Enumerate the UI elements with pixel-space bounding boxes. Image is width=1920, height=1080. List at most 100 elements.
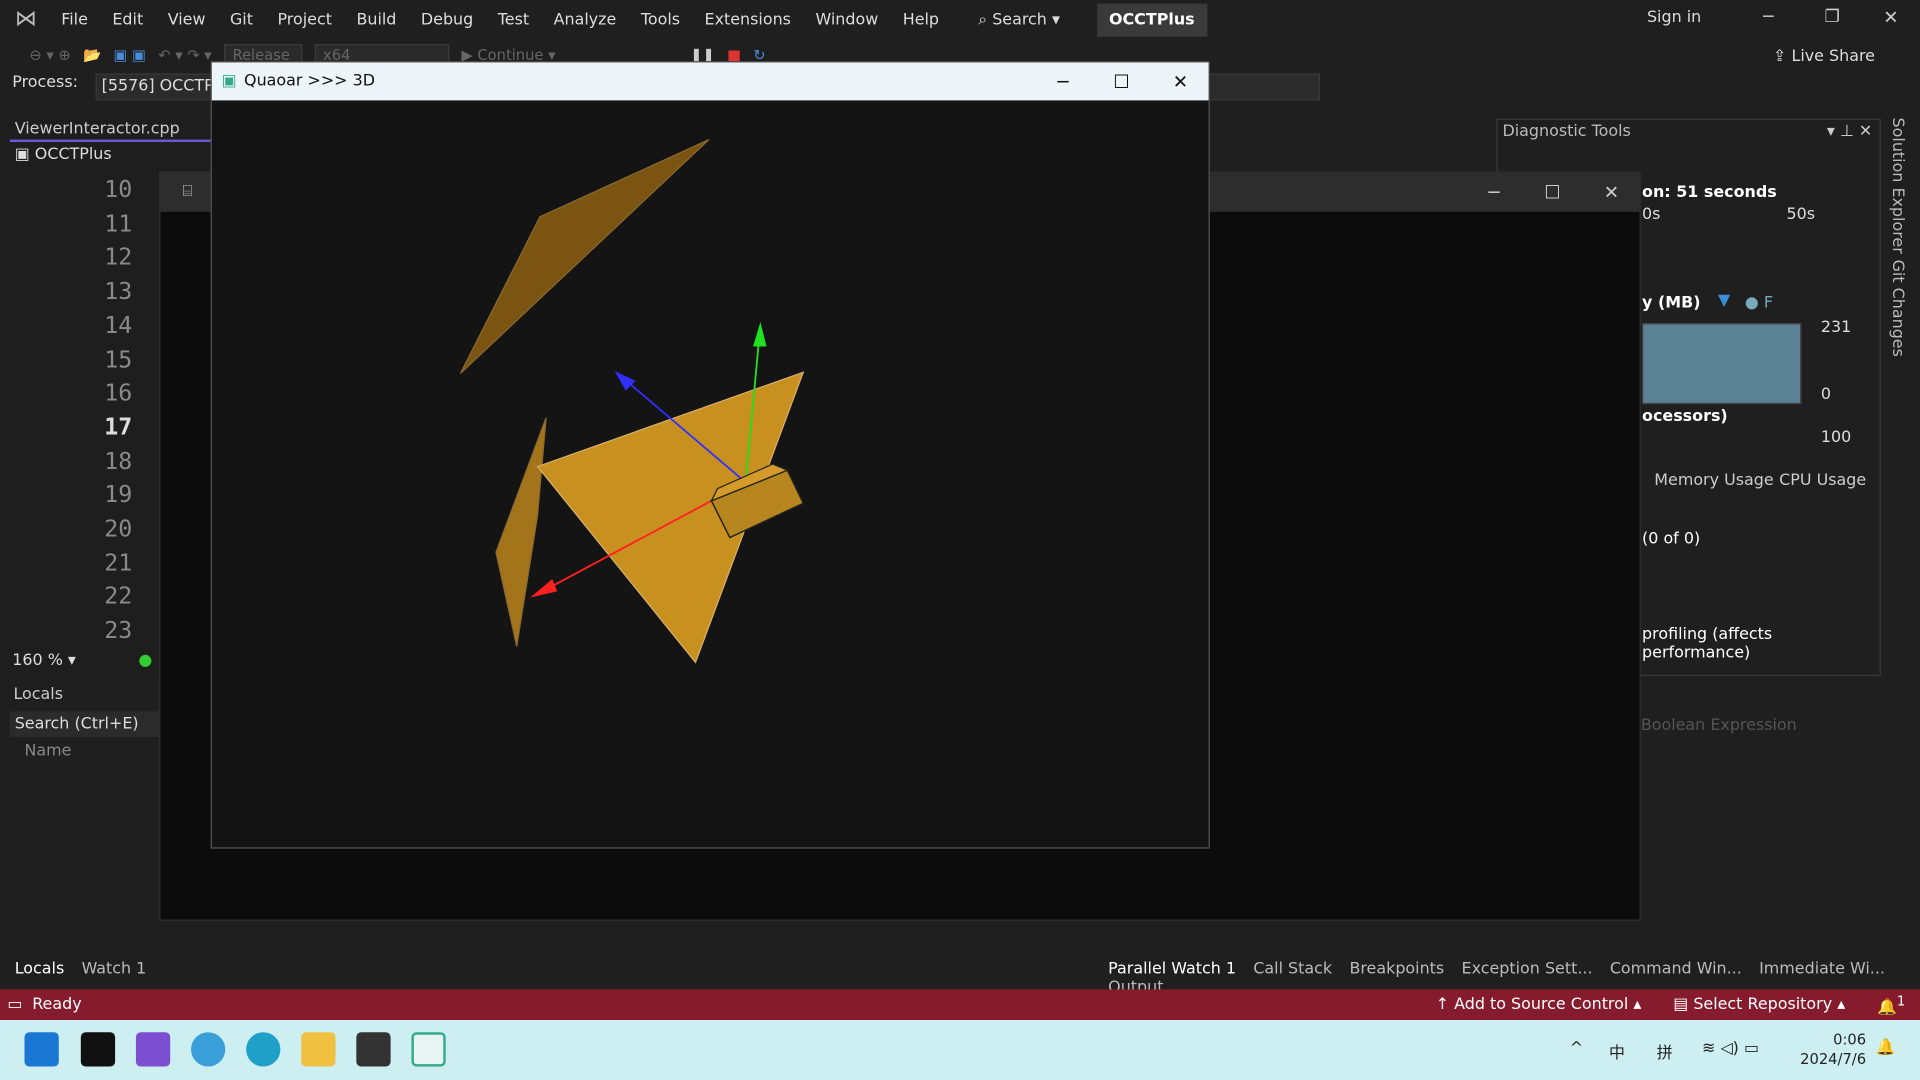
menu-analyze[interactable]: Analyze — [541, 10, 628, 28]
line-number: 12 — [104, 244, 133, 272]
3d-viewport[interactable] — [212, 100, 1211, 849]
line-number: 20 — [104, 515, 133, 543]
profiling-toggle[interactable]: profiling (affects performance) — [1642, 626, 1880, 663]
clock-date[interactable]: 2024/7/6 — [1798, 1051, 1866, 1068]
menu-extensions[interactable]: Extensions — [692, 10, 803, 28]
save-icon[interactable]: ▣ ▣ — [114, 47, 146, 64]
status-bar: ▭ Ready ↑ Add to Source Control ▴ ▤ Sele… — [0, 989, 1920, 1021]
line-number: 22 — [104, 583, 133, 611]
menu-project[interactable]: Project — [265, 10, 344, 28]
menu-bar: ⋈ File Edit View Git Project Build Debug… — [0, 0, 1920, 39]
plane-top — [459, 139, 710, 374]
plane-left — [495, 417, 547, 647]
start-icon[interactable] — [24, 1032, 59, 1067]
ime-pinyin[interactable]: 拼 — [1657, 1040, 1673, 1062]
back-icon[interactable]: ⊖ ▾ ⊕ — [29, 47, 70, 64]
watch-condition-input[interactable]: Boolean Expression — [1641, 716, 1797, 734]
file-explorer-icon[interactable] — [301, 1032, 336, 1067]
maximize-button[interactable]: ☐ — [1093, 62, 1149, 100]
tab-cpu-usage[interactable]: CPU Usage — [1779, 471, 1866, 489]
line-number: 15 — [104, 345, 133, 373]
taskbar — [0, 1020, 1920, 1080]
clock-time[interactable]: 0:06 — [1812, 1031, 1866, 1048]
close-button[interactable]: ✕ — [1883, 6, 1898, 28]
scope-select[interactable]: ▣ OCCTPlus — [10, 142, 230, 166]
session-duration: on: 51 seconds — [1642, 183, 1777, 203]
maximize-button[interactable]: ☐ — [1524, 173, 1580, 212]
app-icon: ⌸ — [182, 182, 193, 201]
restore-button[interactable]: ❐ — [1824, 7, 1839, 27]
memory-min: 0 — [1820, 385, 1831, 405]
select-repository-button[interactable]: ▤ Select Repository ▴ — [1673, 996, 1845, 1014]
add-to-source-control-button[interactable]: ↑ Add to Source Control ▴ — [1436, 996, 1642, 1014]
tab-watch-1[interactable]: Watch 1 — [82, 960, 147, 978]
editor-tab[interactable]: ViewerInteractor.cpp — [9, 120, 231, 143]
wifi-volume-battery-icons[interactable]: ≋ ◁) ▭ — [1702, 1040, 1759, 1058]
snapshot-icon: ▼ — [1717, 291, 1731, 310]
sign-in-link[interactable]: Sign in — [1647, 9, 1701, 27]
menu-window[interactable]: Window — [803, 10, 890, 28]
panel-controls[interactable]: ▾ ⊥ ✕ — [1827, 122, 1872, 140]
tab-breakpoints[interactable]: Breakpoints — [1349, 960, 1444, 978]
notifications-button[interactable]: 🔔1 — [1877, 993, 1905, 1017]
close-button[interactable]: ✕ — [1583, 173, 1639, 212]
bottom-tabs-left: Locals Watch 1 — [15, 960, 159, 978]
minimize-button[interactable]: ─ — [1763, 7, 1773, 27]
solution-explorer-tab[interactable]: Solution Explorer — [1888, 118, 1906, 254]
tab-call-stack[interactable]: Call Stack — [1253, 960, 1332, 978]
line-number: 14 — [104, 311, 133, 339]
timeline-end: 50s — [1786, 205, 1816, 225]
undo-icon[interactable]: ↶ ▾ ↷ ▾ — [158, 47, 211, 64]
line-number: 17 — [104, 413, 133, 441]
menu-tools[interactable]: Tools — [629, 10, 693, 28]
search-button[interactable]: ⌕ Search ▾ — [966, 10, 1072, 28]
line-number: 10 — [104, 176, 133, 204]
quaoar-3d-window: ▣ Quaoar >>> 3D ─ ☐ ✕ — [210, 61, 1211, 849]
tab-immediate-window[interactable]: Immediate Wi... — [1759, 960, 1885, 978]
browser-icon[interactable] — [191, 1032, 226, 1067]
z-axis-arrow — [614, 371, 636, 391]
menu-file[interactable]: File — [49, 10, 100, 28]
line-number: 23 — [104, 617, 133, 645]
tab-command-window[interactable]: Command Win... — [1610, 960, 1742, 978]
notification-bell-icon[interactable]: 🔔 — [1876, 1038, 1896, 1056]
memory-max: 231 — [1820, 318, 1852, 337]
tray-chevron-icon[interactable]: ^ — [1570, 1040, 1583, 1058]
line-number: 16 — [104, 379, 133, 407]
cpu-max: 100 — [1820, 428, 1852, 447]
process-label: Process: — [12, 73, 79, 92]
terminal-icon[interactable] — [80, 1032, 116, 1067]
timeline-start: 0s — [1642, 205, 1661, 225]
menu-edit[interactable]: Edit — [100, 10, 155, 28]
zoom-level-select[interactable]: 160 % ▾ — [12, 651, 76, 669]
line-number: 19 — [104, 481, 133, 509]
minimize-button[interactable]: ─ — [1466, 173, 1522, 212]
visual-studio-logo-icon: ⋈ — [14, 6, 37, 32]
line-number: 21 — [104, 549, 133, 577]
menu-view[interactable]: View — [155, 10, 217, 28]
menu-git[interactable]: Git — [218, 10, 266, 28]
edge-icon[interactable] — [246, 1032, 281, 1067]
menu-help[interactable]: Help — [890, 10, 951, 28]
open-icon[interactable]: 📂 — [83, 47, 101, 64]
tab-memory-usage[interactable]: Memory Usage — [1654, 471, 1773, 489]
visual-studio-icon[interactable] — [135, 1032, 171, 1067]
tab-locals[interactable]: Locals — [15, 960, 65, 978]
menu-build[interactable]: Build — [344, 10, 408, 28]
output-icon: ▭ — [7, 995, 23, 1014]
tab-exception-settings[interactable]: Exception Sett... — [1462, 960, 1593, 978]
git-changes-tab[interactable]: Git Changes — [1888, 260, 1906, 357]
live-share-button[interactable]: ⇪ Live Share — [1773, 48, 1875, 66]
line-number: 13 — [104, 278, 133, 306]
ime-mode[interactable]: 中 — [1609, 1040, 1625, 1062]
menu-test[interactable]: Test — [486, 10, 542, 28]
minimize-button[interactable]: ─ — [1035, 62, 1091, 100]
console-icon[interactable] — [356, 1032, 391, 1067]
tab-parallel-watch[interactable]: Parallel Watch 1 — [1108, 960, 1236, 978]
occtplus-app-icon[interactable] — [411, 1032, 446, 1067]
status-text: Ready — [32, 995, 82, 1014]
search-icon: ⌕ — [978, 10, 993, 29]
menu-debug[interactable]: Debug — [409, 10, 486, 28]
close-button[interactable]: ✕ — [1152, 62, 1208, 100]
y-axis-arrow — [753, 322, 767, 347]
